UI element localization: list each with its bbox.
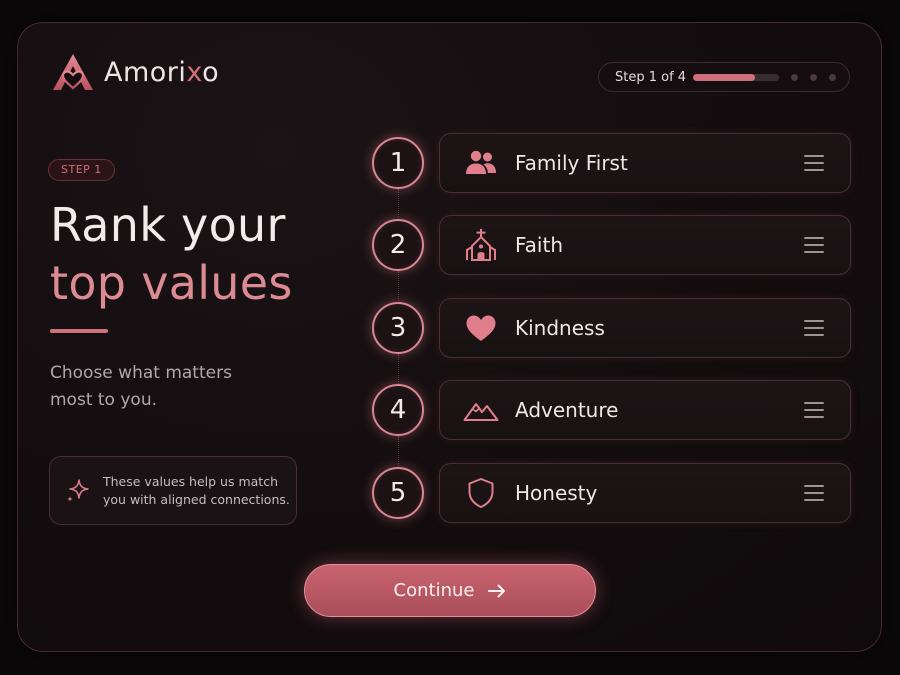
- step-dot-2: [791, 73, 798, 81]
- church-icon: [463, 229, 499, 261]
- page-title-line2: top values: [50, 256, 293, 310]
- value-card-faith[interactable]: Faith: [439, 215, 851, 275]
- value-card-adventure[interactable]: Adventure: [439, 380, 851, 440]
- step-dot-4: [829, 73, 836, 81]
- value-label: Kindness: [515, 316, 605, 340]
- family-icon: [463, 147, 499, 179]
- rank-connector: [398, 189, 399, 217]
- rank-number-2: 2: [372, 219, 424, 271]
- rank-connector: [398, 354, 399, 384]
- step-progress: Step 1 of 4: [598, 62, 850, 92]
- step-badge: STEP 1: [48, 159, 115, 181]
- brand-name: Amorixo: [104, 56, 220, 88]
- info-callout: These values help us match you with alig…: [49, 456, 297, 525]
- drag-handle-icon[interactable]: [804, 402, 824, 418]
- rank-number-4: 4: [372, 384, 424, 436]
- continue-button[interactable]: Continue: [304, 564, 596, 617]
- mountain-icon: [463, 394, 499, 426]
- value-card-family-first[interactable]: Family First: [439, 133, 851, 193]
- page-title-line1: Rank your: [50, 198, 286, 252]
- step-progress-label: Step 1 of 4: [615, 69, 687, 85]
- brand-logo: Amorixo: [50, 52, 219, 92]
- drag-handle-icon[interactable]: [804, 155, 824, 171]
- rank-connector: [398, 436, 399, 466]
- title-underline: [50, 329, 108, 333]
- sparkle-icon: [67, 478, 89, 502]
- value-card-kindness[interactable]: Kindness: [439, 298, 851, 358]
- value-label: Faith: [515, 233, 563, 257]
- heart-a-logo-icon: [53, 54, 93, 90]
- value-label: Honesty: [515, 481, 598, 505]
- step-dot-3: [810, 73, 817, 81]
- drag-handle-icon[interactable]: [804, 320, 824, 336]
- value-label: Family First: [515, 151, 628, 175]
- rank-number-1: 1: [372, 137, 424, 189]
- rank-connector: [398, 271, 399, 301]
- shield-icon: [463, 477, 499, 509]
- page-subtitle: Choose what matters most to you.: [50, 363, 232, 410]
- drag-handle-icon[interactable]: [804, 485, 824, 501]
- rank-number-3: 3: [372, 302, 424, 354]
- progress-bar: [693, 73, 779, 81]
- value-label: Adventure: [515, 398, 619, 422]
- arrow-right-icon: [488, 584, 506, 597]
- continue-label: Continue: [393, 580, 475, 601]
- rank-number-5: 5: [372, 467, 424, 519]
- drag-handle-icon[interactable]: [804, 237, 824, 253]
- progress-bar-fill: [693, 73, 755, 81]
- heart-icon: [463, 312, 499, 344]
- value-card-honesty[interactable]: Honesty: [439, 463, 851, 523]
- info-text: These values help us match you with alig…: [103, 473, 290, 507]
